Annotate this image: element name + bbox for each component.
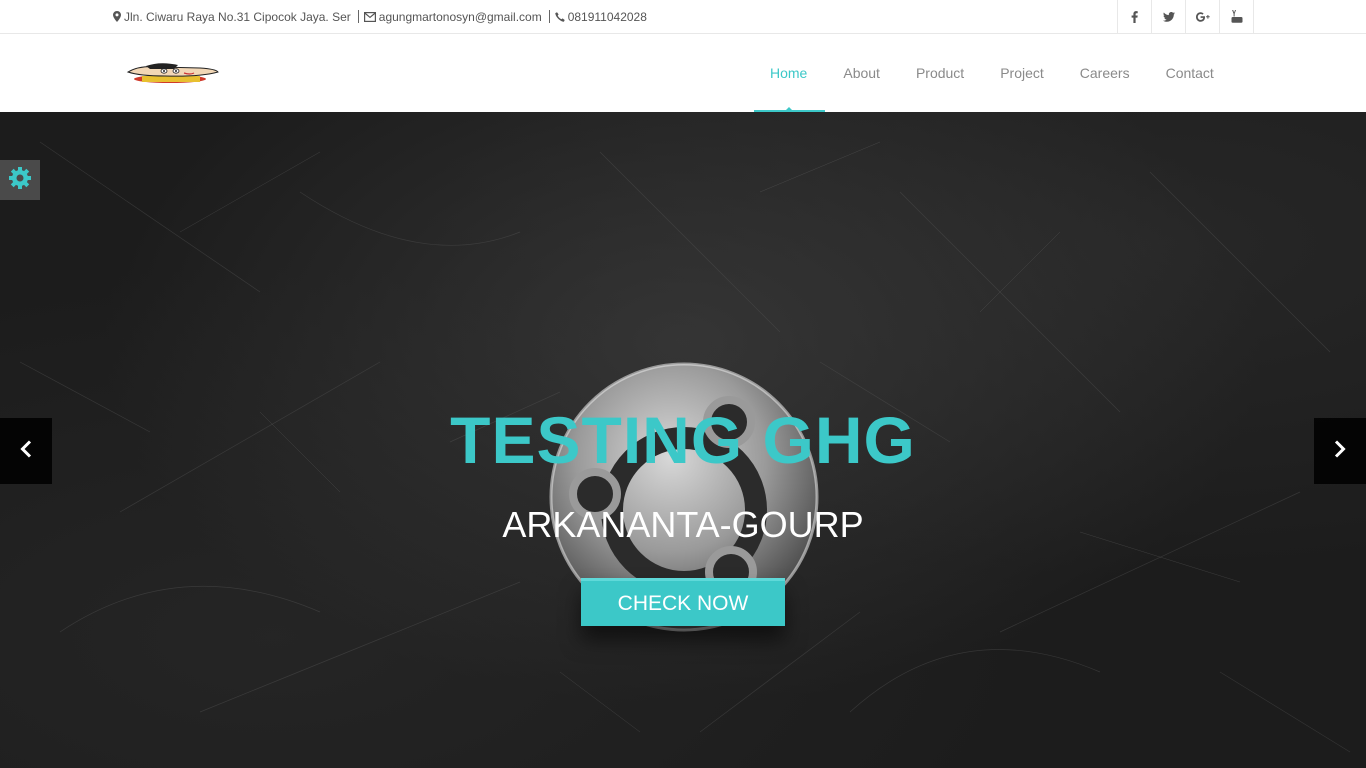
map-marker-icon	[113, 11, 121, 22]
divider	[548, 10, 550, 23]
phone-item[interactable]: 081911042028	[555, 10, 647, 24]
email-item[interactable]: agungmartonosyn@gmail.com	[363, 10, 542, 24]
slider-prev-button[interactable]	[0, 418, 52, 484]
social-links	[1117, 0, 1254, 33]
hero-subtitle: ARKANANTA-GOURP	[502, 504, 864, 545]
phone-text[interactable]: 081911042028	[568, 10, 647, 24]
hero-slider: TESTING GHG ARKANANTA-GOURP CHECK NOW	[0, 112, 1366, 768]
site-header: Home About Product Project Careers Conta…	[0, 34, 1366, 112]
google-plus-icon[interactable]	[1186, 0, 1220, 33]
nav-contact[interactable]: Contact	[1148, 34, 1232, 112]
nav-project[interactable]: Project	[982, 34, 1062, 112]
gear-icon	[8, 166, 32, 195]
envelope-icon	[363, 11, 376, 22]
email-text[interactable]: agungmartonosyn@gmail.com	[379, 10, 542, 24]
nav-careers[interactable]: Careers	[1062, 34, 1148, 112]
phone-icon	[555, 11, 565, 22]
twitter-icon[interactable]	[1152, 0, 1186, 33]
nav-home[interactable]: Home	[752, 34, 826, 112]
hero-title: TESTING GHG	[450, 403, 916, 477]
divider	[357, 10, 359, 23]
site-logo[interactable]	[120, 59, 220, 85]
slider-next-button[interactable]	[1314, 418, 1366, 484]
chevron-right-icon	[1334, 439, 1346, 463]
address-text: Jln. Ciwaru Raya No.31 Cipocok Jaya. Ser	[124, 9, 351, 24]
nav-about[interactable]: About	[825, 34, 898, 112]
nav-product[interactable]: Product	[898, 34, 982, 112]
contact-info: Jln. Ciwaru Raya No.31 Cipocok Jaya. Ser…	[113, 0, 647, 33]
chevron-left-icon	[20, 439, 32, 463]
address-item: Jln. Ciwaru Raya No.31 Cipocok Jaya. Ser	[113, 10, 351, 24]
main-nav: Home About Product Project Careers Conta…	[752, 34, 1232, 112]
style-switcher-button[interactable]	[0, 160, 40, 200]
facebook-icon[interactable]	[1118, 0, 1152, 33]
youtube-icon[interactable]	[1220, 0, 1254, 33]
top-bar: Jln. Ciwaru Raya No.31 Cipocok Jaya. Ser…	[0, 0, 1366, 34]
check-now-button[interactable]: CHECK NOW	[581, 578, 785, 626]
